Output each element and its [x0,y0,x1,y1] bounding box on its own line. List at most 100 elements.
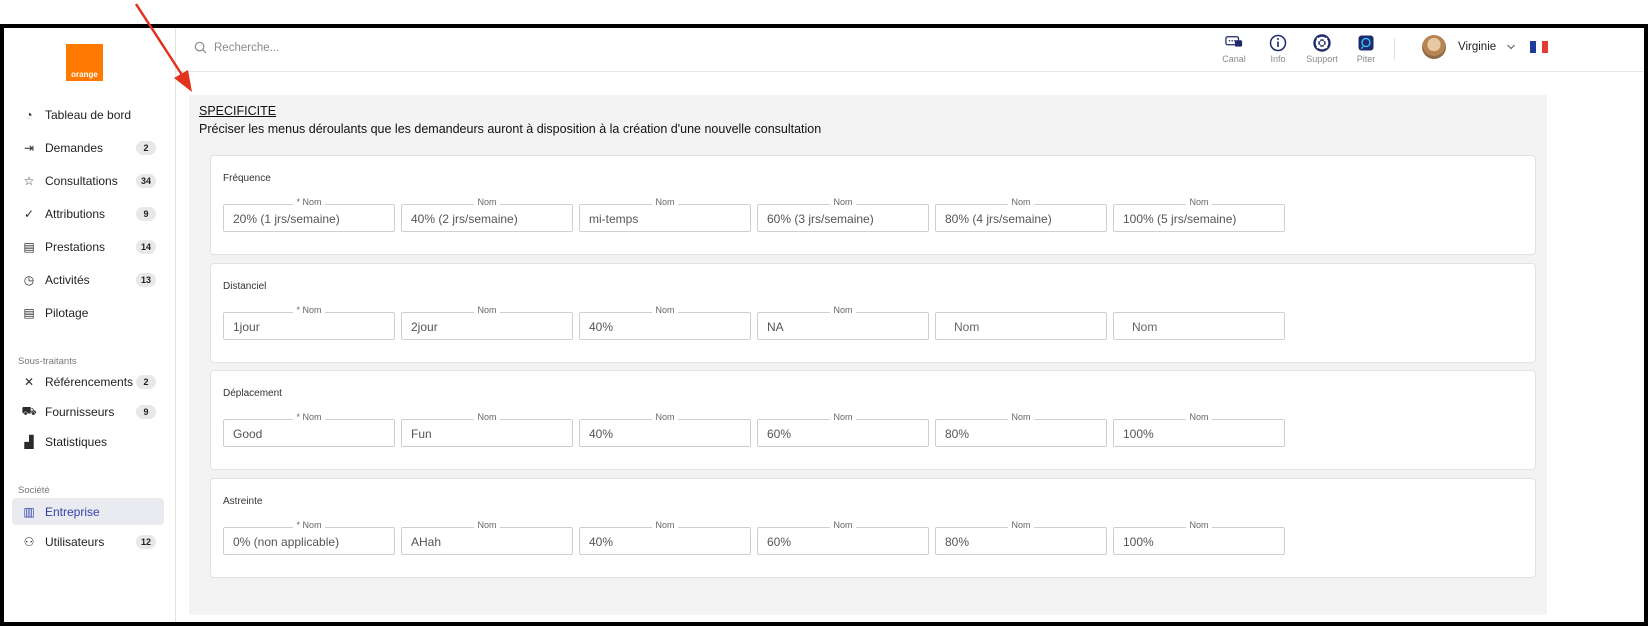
name-field[interactable]: Nom 40% (2 jrs/semaine) [401,197,573,232]
french-flag-icon[interactable] [1530,41,1548,53]
field-label-wrap: Nom [580,412,750,422]
name-field[interactable]: Nom [1113,311,1285,340]
sidebar-item-tableau-de-bord[interactable]: ◔ Tableau de bord [12,101,164,128]
field-value: 2jour [411,319,438,334]
sidebar-item-activites[interactable]: ◷ Activités 13 [12,266,164,293]
document-icon: ▤ [23,305,35,320]
group-card-astreinte: Astreinte * Nom 0% (non applicable) Nom AHah… [210,477,1536,578]
field-label: Nom [830,519,856,530]
name-field[interactable]: Nom 100% [1113,412,1285,447]
chevron-down-icon [1507,44,1516,50]
name-field[interactable]: Nom NA [757,304,929,340]
field-label: Nom [652,412,678,422]
gauge-icon: ◔ [25,107,33,122]
sidebar-item-statistiques[interactable]: ▟ Statistiques [12,428,164,455]
toolbar-divider [1394,38,1395,60]
field-label: Nom [1008,519,1034,530]
field-label-wrap: Nom [402,519,572,530]
group-title: Distanciel [223,280,267,292]
group-card-deplacement: Déplacement * Nom Good Nom Fun Nom 40% Nom 60% No… [210,370,1536,470]
field-placeholder: Nom [954,319,980,334]
sidebar-item-referencements[interactable]: ✕ Référencements 2 [12,368,164,395]
sidebar-item-pilotage[interactable]: ▤ Pilotage [12,299,164,326]
field-label: Nom [1186,412,1212,422]
field-label-wrap: Nom [580,304,750,315]
document-gear-icon: ▤ [23,239,35,254]
name-field[interactable]: Nom [935,311,1107,340]
sidebar-item-utilisateurs[interactable]: ⚇ Utilisateurs 12 [12,528,164,555]
info-label: Info [1270,54,1286,64]
field-value: 60% [767,534,792,549]
field-label-wrap: Nom [1114,412,1284,422]
name-field[interactable]: * Nom 0% (non applicable) [223,519,395,555]
sidebar-item-prestations[interactable]: ▤ Prestations 14 [12,233,164,260]
field-label-wrap: Nom [402,412,572,422]
field-label: * Nom [293,519,325,530]
sidebar-item-attributions[interactable]: ✓ Attributions 9 [12,200,164,227]
sidebar-item-demandes[interactable]: ⇥ Demandes 2 [12,134,164,161]
name-field[interactable]: Nom mi-temps [579,197,751,232]
field-value: 0% (non applicable) [233,534,340,549]
field-value: Fun [411,427,432,441]
user-menu[interactable]: Virginie [1422,35,1516,59]
count-badge: 12 [135,534,156,549]
piter-button[interactable]: Piter [1344,34,1388,64]
field-value: 40% [589,427,614,441]
group-title: Astreinte [223,495,263,507]
name-field[interactable]: * Nom Good [223,412,395,447]
search-input[interactable] [214,37,514,59]
sidebar-item-label: Consultations [45,173,118,188]
field-value: 60% (3 jrs/semaine) [767,212,874,226]
name-field[interactable]: Nom 60% [757,519,929,555]
lifebuoy-icon [1313,34,1331,52]
field-label-wrap: Nom [1114,519,1284,530]
name-field[interactable]: Nom 60% (3 jrs/semaine) [757,197,929,232]
clock-icon: ◷ [23,272,35,287]
info-button[interactable]: Info [1256,34,1300,64]
sidebar-item-fournisseurs[interactable]: ⛟ Fournisseurs 9 [12,398,164,425]
double-check-icon: ✓ [23,206,35,221]
name-field[interactable]: Nom 2jour [401,304,573,340]
group-title: Fréquence [223,173,271,184]
name-field[interactable]: * Nom 1jour [223,304,395,340]
sidebar-item-label: Utilisateurs [45,534,105,549]
network-icon: ✕ [23,374,35,389]
field-value: 80% [945,427,970,441]
field-label: Nom [652,519,678,530]
field-label: * Nom [293,304,325,315]
field-value: AHah [411,534,442,549]
name-field[interactable]: Nom 60% [757,412,929,447]
canal-button[interactable]: Canal [1212,34,1256,64]
count-badge: 9 [136,206,156,221]
chart-icon: ▟ [24,434,34,449]
truck-icon: ⛟ [21,403,37,418]
count-badge: 13 [135,272,156,287]
name-field[interactable]: Nom 100% [1113,519,1285,555]
name-field[interactable]: Nom 40% [579,412,751,447]
name-field[interactable]: Nom 80% [935,412,1107,447]
field-label-wrap: * Nom [224,197,394,207]
name-field[interactable]: Nom 40% [579,519,751,555]
orange-logo[interactable]: orange [66,44,103,81]
name-field[interactable]: Nom Fun [401,412,573,447]
name-field[interactable]: Nom 40% [579,304,751,340]
name-field[interactable]: Nom 80% [935,519,1107,555]
count-badge: 2 [136,374,156,389]
field-label: Nom [474,197,500,207]
sidebar-item-label: Pilotage [45,305,89,320]
support-button[interactable]: Support [1300,34,1344,64]
users-icon: ⚇ [23,534,35,549]
field-label: Nom [830,197,856,207]
sidebar-item-entreprise[interactable]: ▥ Entreprise [12,498,164,525]
name-field[interactable]: Nom AHah [401,519,573,555]
sidebar-item-consultations[interactable]: ☆ Consultations 34 [12,167,164,194]
name-field[interactable]: Nom 100% (5 jrs/semaine) [1113,197,1285,232]
name-field[interactable]: Nom 80% (4 jrs/semaine) [935,197,1107,232]
field-label: Nom [830,304,856,315]
name-field[interactable]: * Nom 20% (1 jrs/semaine) [223,197,395,232]
assistant-icon [1357,34,1375,52]
field-label: Nom [474,412,500,422]
user-name: Virginie [1458,41,1497,53]
count-badge: 9 [136,404,156,419]
field-value: 100% [1123,534,1154,549]
